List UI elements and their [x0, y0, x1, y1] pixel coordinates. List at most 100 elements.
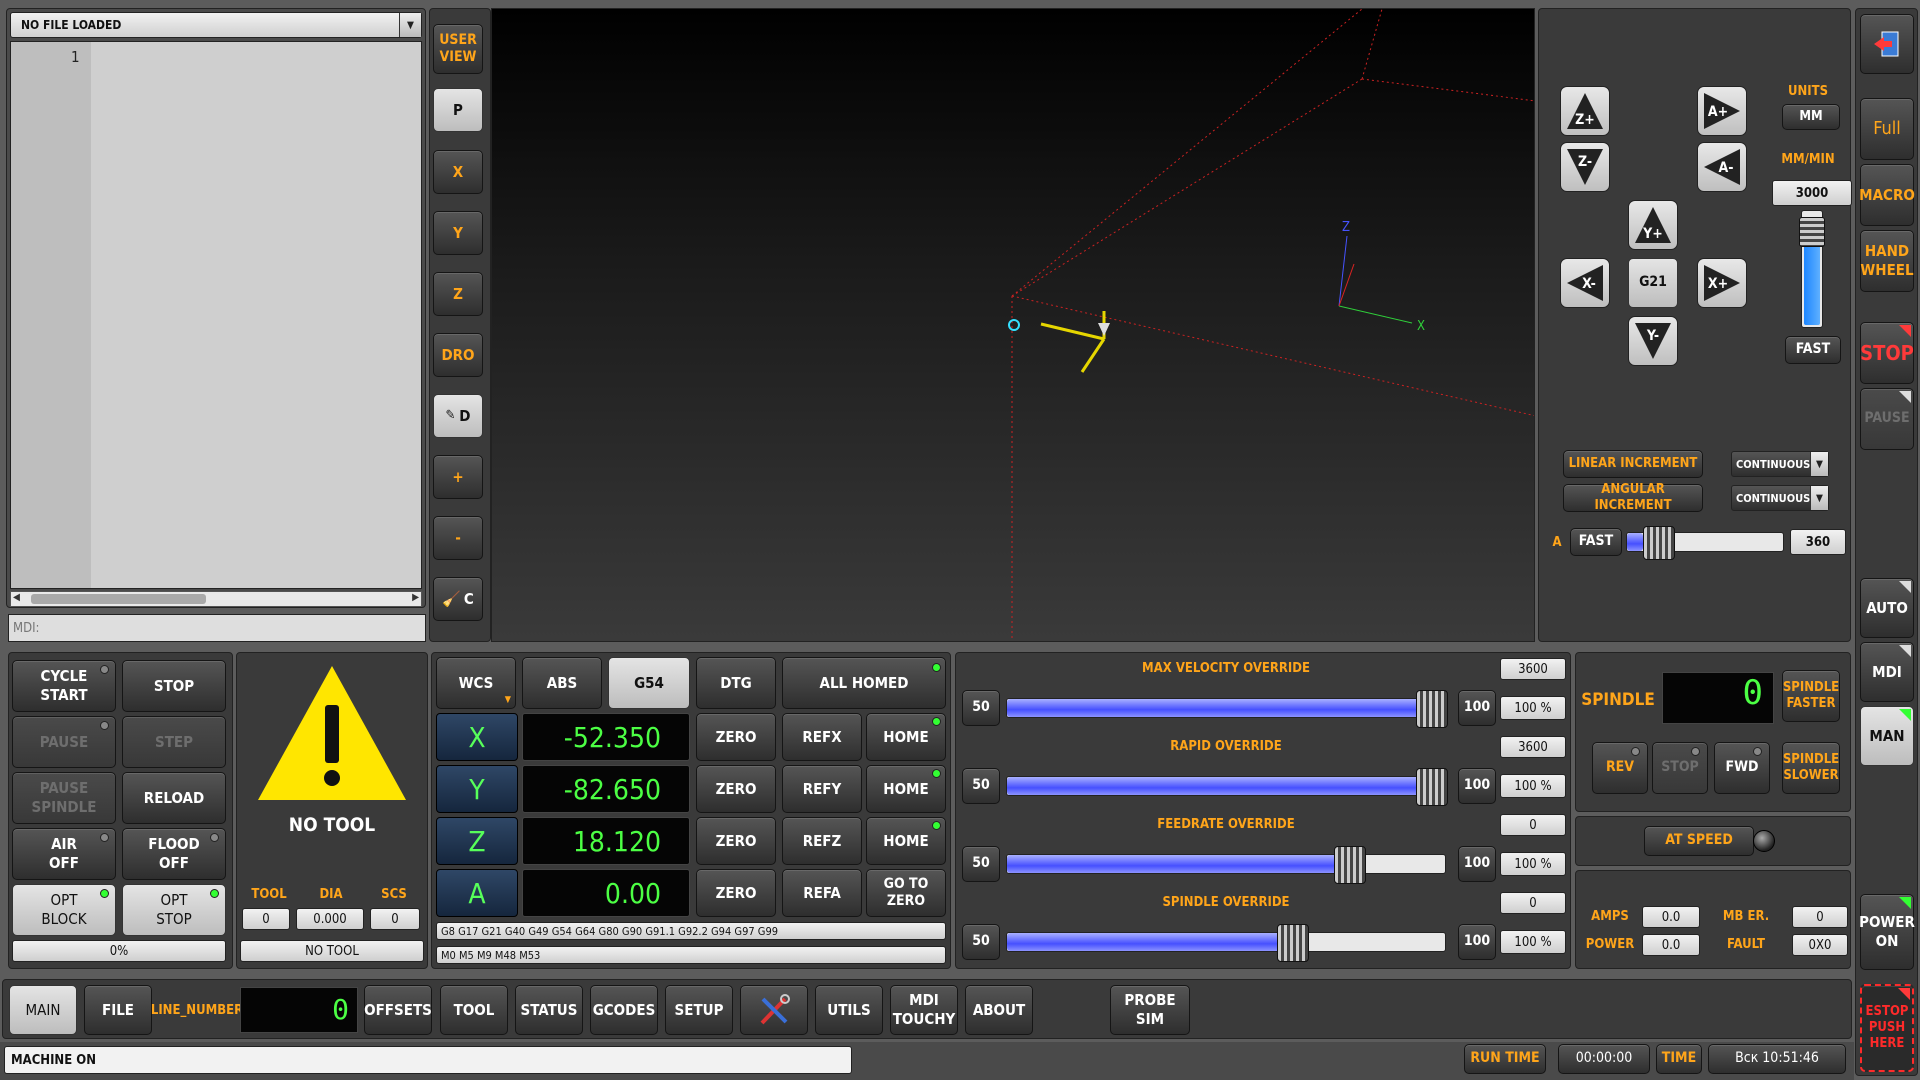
manual-mode-button[interactable]: MAN [1860, 706, 1914, 766]
view-p-button[interactable]: P [433, 88, 483, 132]
tab-main[interactable]: MAIN [9, 985, 77, 1035]
spindle-override-100-button[interactable]: 100 [1458, 924, 1496, 960]
view-x-button[interactable]: X [433, 150, 483, 194]
mdi-mode-button[interactable]: MDI [1860, 642, 1914, 702]
tab-mdi-touchy[interactable]: MDI TOUCHY [890, 985, 958, 1035]
tab-tool[interactable]: TOOL [440, 985, 508, 1035]
a-fast-button[interactable]: FAST [1570, 528, 1622, 556]
zero-a-button[interactable]: ZERO [696, 869, 776, 917]
view-z-button[interactable]: Z [433, 272, 483, 316]
scrollbar-thumb[interactable] [31, 594, 206, 604]
zero-x-button[interactable]: ZERO [696, 713, 776, 761]
dtg-button[interactable]: DTG [696, 657, 776, 709]
feedrate-override-handle[interactable] [1334, 846, 1366, 884]
rapid-override-50-button[interactable]: 50 [962, 768, 1000, 804]
angular-increment-select[interactable]: CONTINUOUS ▼ [1731, 485, 1829, 511]
clear-plot-button[interactable]: 🧹 C [433, 577, 483, 621]
spindle-faster-button[interactable]: SPINDLE FASTER [1782, 670, 1840, 722]
jog-rate-value[interactable]: 3000 [1772, 180, 1852, 206]
tab-about[interactable]: ABOUT [965, 985, 1033, 1035]
toolpath-preview[interactable]: Z X [491, 8, 1535, 642]
pause-button[interactable]: PAUSE [1860, 388, 1914, 450]
spindle-override-50-button[interactable]: 50 [962, 924, 1000, 960]
chevron-down-icon[interactable]: ▼ [1810, 486, 1828, 510]
exit-button[interactable] [1860, 14, 1914, 74]
chevron-down-icon[interactable]: ▼ [1810, 452, 1828, 476]
a-jog-handle[interactable] [1643, 526, 1675, 560]
ref-y-button[interactable]: REFY [782, 765, 862, 813]
feedrate-override-100-button[interactable]: 100 [1458, 846, 1496, 882]
jog-fast-button[interactable]: FAST [1785, 336, 1841, 364]
linear-increment-select[interactable]: CONTINUOUS ▼ [1731, 451, 1829, 477]
a-jog-value[interactable]: 360 [1790, 529, 1846, 555]
rapid-override-slider[interactable] [1006, 768, 1448, 806]
jog-x-minus-button[interactable]: X- [1560, 258, 1610, 308]
jog-y-minus-button[interactable]: Y- [1628, 316, 1678, 366]
auto-mode-button[interactable]: AUTO [1860, 578, 1914, 638]
max-velocity-override-50-button[interactable]: 50 [962, 690, 1000, 726]
go-to-zero-a-button[interactable]: GO TO ZERO [866, 869, 946, 917]
max-velocity-override-100-button[interactable]: 100 [1458, 690, 1496, 726]
pause-spindle-button[interactable]: PAUSE SPINDLE [12, 772, 116, 824]
a-jog-slider[interactable] [1626, 526, 1784, 560]
program-stop-button[interactable]: STOP [122, 660, 226, 712]
tab-utils[interactable]: UTILS [815, 985, 883, 1035]
ref-z-button[interactable]: REFZ [782, 817, 862, 865]
max-velocity-override-slider[interactable] [1006, 690, 1448, 728]
spindle-slower-button[interactable]: SPINDLE SLOWER [1782, 742, 1840, 794]
zero-y-button[interactable]: ZERO [696, 765, 776, 813]
spindle-override-slider[interactable] [1006, 924, 1446, 962]
horizontal-scrollbar[interactable]: ◀ ▶ [10, 591, 422, 607]
tab-tools-icon[interactable] [740, 985, 808, 1035]
rapid-override-handle[interactable] [1416, 768, 1448, 806]
handwheel-button[interactable]: HAND WHEEL [1860, 230, 1914, 292]
jog-z-minus-button[interactable]: Z- [1560, 142, 1610, 192]
feedrate-override-slider[interactable] [1006, 846, 1446, 884]
jog-center-g21-button[interactable]: G21 [1628, 258, 1678, 308]
view-dro-button[interactable]: DRO [433, 333, 483, 377]
jog-y-plus-button[interactable]: Y+ [1628, 200, 1678, 250]
g54-button[interactable]: G54 [608, 657, 690, 709]
chevron-down-icon[interactable]: ▼ [399, 13, 421, 37]
zoom-in-button[interactable]: + [433, 455, 483, 499]
jog-z-plus-button[interactable]: Z+ [1560, 86, 1610, 136]
scroll-right-icon[interactable]: ▶ [412, 592, 419, 603]
tab-setup[interactable]: SETUP [665, 985, 733, 1035]
abs-button[interactable]: ABS [522, 657, 602, 709]
fullscreen-button[interactable]: Full [1860, 98, 1914, 160]
jog-rate-handle[interactable] [1799, 217, 1825, 247]
tab-offsets[interactable]: OFFSETS [364, 985, 432, 1035]
jog-x-plus-button[interactable]: X+ [1697, 258, 1747, 308]
wcs-button[interactable]: WCS ▼ [436, 657, 516, 709]
view-d-button[interactable]: ✎ D [433, 394, 483, 438]
ref-x-button[interactable]: REFX [782, 713, 862, 761]
scroll-left-icon[interactable]: ◀ [13, 592, 20, 603]
all-homed-button[interactable]: ALL HOMED [782, 657, 946, 709]
rapid-override-100-button[interactable]: 100 [1458, 768, 1496, 804]
user-view-button[interactable]: USER VIEW [433, 24, 483, 74]
zoom-out-button[interactable]: - [433, 516, 483, 560]
jog-rate-slider[interactable] [1799, 210, 1825, 328]
power-on-button[interactable]: POWER ON [1859, 894, 1915, 970]
tab-status[interactable]: STATUS [515, 985, 583, 1035]
ref-a-button[interactable]: REFA [782, 869, 862, 917]
spindle-override-handle[interactable] [1277, 924, 1309, 962]
reload-button[interactable]: RELOAD [122, 772, 226, 824]
zero-z-button[interactable]: ZERO [696, 817, 776, 865]
view-y-button[interactable]: Y [433, 211, 483, 255]
tab-gcodes[interactable]: GCODES [590, 985, 658, 1035]
tab-probe-sim[interactable]: PROBE SIM [1110, 985, 1190, 1035]
file-selector[interactable]: NO FILE LOADED ▼ [10, 12, 422, 38]
tab-file[interactable]: FILE [84, 985, 152, 1035]
jog-a-minus-button[interactable]: A- [1697, 142, 1747, 192]
mdi-input[interactable]: MDI: [8, 614, 426, 642]
macro-button[interactable]: MACRO [1859, 164, 1915, 226]
estop-button[interactable]: ESTOP PUSH HERE [1860, 984, 1914, 1072]
units-button[interactable]: MM [1782, 104, 1840, 130]
stop-button[interactable]: STOP [1860, 322, 1914, 384]
feedrate-override-50-button[interactable]: 50 [962, 846, 1000, 882]
jog-a-plus-button[interactable]: A+ [1697, 86, 1747, 136]
gcode-editor[interactable]: 1 [10, 41, 422, 589]
max-velocity-override-handle[interactable] [1416, 690, 1448, 728]
step-button[interactable]: STEP [122, 716, 226, 768]
